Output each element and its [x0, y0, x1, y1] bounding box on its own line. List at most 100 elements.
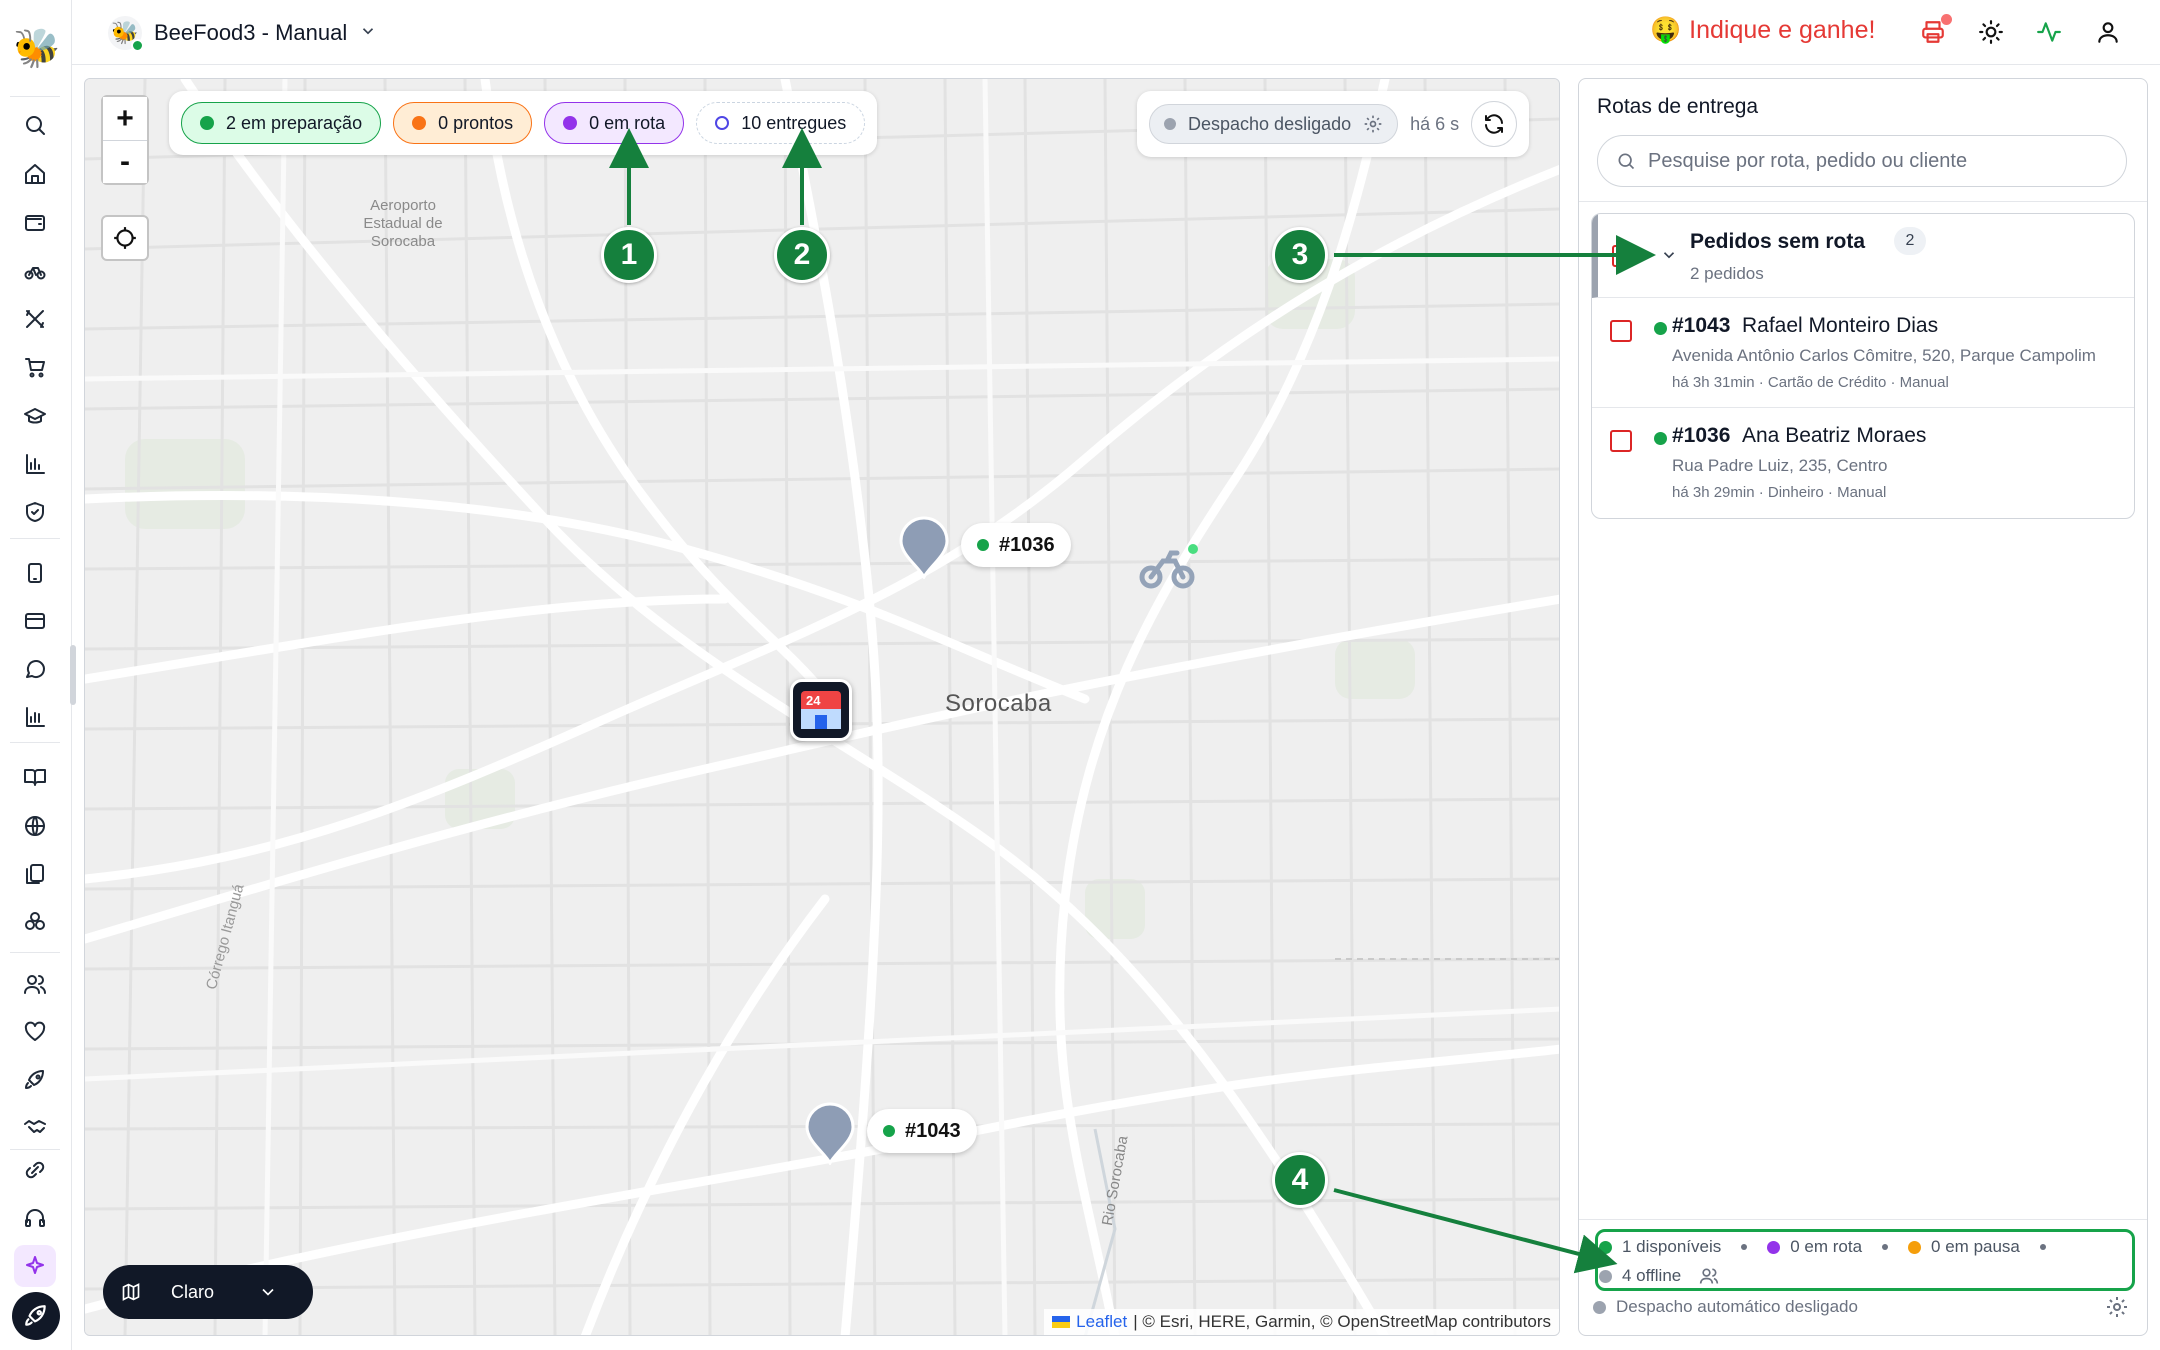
refer-and-earn-link[interactable]: 🤑 Indique e ganhe!: [1650, 16, 1875, 45]
dispatch-settings-button[interactable]: [2105, 1295, 2131, 1321]
select-all-checkbox[interactable]: [1612, 245, 1634, 267]
sidebar-divider: [10, 96, 60, 97]
order-pin-label[interactable]: #1036: [961, 523, 1071, 567]
book-icon[interactable]: [20, 762, 50, 792]
map-attribution: Leaflet | © Esri, HERE, Garmin, © OpenSt…: [1044, 1309, 1559, 1335]
map-pin-icon: [805, 1102, 855, 1167]
auto-dispatch-label: Despacho automático desligado: [1616, 1297, 1858, 1316]
order-checkbox[interactable]: [1610, 430, 1632, 452]
zoom-in-button[interactable]: +: [103, 97, 147, 140]
filter-ready-chip[interactable]: 0 prontos: [393, 102, 533, 144]
motorcycle-icon[interactable]: [1137, 539, 1203, 593]
sun-icon[interactable]: [1976, 17, 2006, 47]
attribution-text: | © Esri, HERE, Garmin, © OpenStreetMap …: [1133, 1312, 1551, 1331]
money-face-icon: 🤑: [1650, 16, 1682, 44]
chip-label: 2 em preparação: [226, 112, 363, 133]
cart-icon[interactable]: [20, 352, 50, 382]
printer-icon[interactable]: [1918, 14, 1952, 47]
rocket-icon: [25, 1305, 46, 1326]
order-row[interactable]: #1036 Ana Beatriz Moraes Rua Padre Luiz,…: [1592, 408, 2134, 518]
refer-label: Indique e ganhe!: [1689, 16, 1876, 44]
globe-icon[interactable]: [20, 811, 50, 841]
refresh-button[interactable]: [1471, 101, 1518, 147]
drivers-available: 1 disponíveis: [1622, 1237, 1722, 1256]
leaflet-link[interactable]: Leaflet: [1076, 1312, 1127, 1332]
dispatch-toggle[interactable]: Despacho desligado: [1149, 104, 1399, 144]
users-icon: [1700, 1268, 1719, 1284]
customer-name: Ana Beatriz Moraes: [1742, 424, 1927, 447]
pin-id: #1036: [999, 533, 1055, 556]
group-header[interactable]: Pedidos sem rota 2 2 pedidos: [1592, 214, 2134, 298]
filter-delivered-chip[interactable]: 10 entregues: [696, 102, 866, 144]
annotation-marker-4: 4: [1272, 1152, 1328, 1208]
order-pin-1036[interactable]: [897, 515, 951, 581]
wallet-icon[interactable]: [20, 207, 50, 237]
handshake-icon[interactable]: [20, 1113, 50, 1143]
users-icon[interactable]: [20, 969, 50, 999]
search-icon[interactable]: [20, 110, 50, 140]
zoom-out-button[interactable]: -: [103, 140, 147, 183]
bee-icon: 🐝: [108, 16, 144, 52]
map-pin-icon: [899, 516, 949, 581]
chat-icon[interactable]: [20, 654, 50, 684]
card-icon[interactable]: [20, 606, 50, 636]
sidebar-resize-handle[interactable]: [70, 645, 76, 705]
map-icon: [122, 1283, 140, 1301]
headset-icon[interactable]: [20, 1203, 50, 1233]
refresh-icon: [1485, 114, 1504, 134]
order-checkbox[interactable]: [1610, 320, 1632, 342]
rocket-icon[interactable]: [20, 1065, 50, 1095]
sidebar-divider: [10, 742, 60, 743]
chevron-down-icon: [359, 22, 377, 45]
chip-label: 0 em rota: [589, 112, 666, 133]
utensils-icon[interactable]: [20, 304, 50, 334]
group-title: Pedidos sem rota: [1690, 230, 1866, 253]
drivers-paused: 0 em pausa: [1931, 1237, 2020, 1256]
chart-bars-icon[interactable]: [20, 702, 50, 732]
home-icon[interactable]: [20, 159, 50, 189]
heart-icon[interactable]: [20, 1017, 50, 1047]
group-subtitle: 2 pedidos: [1690, 264, 1764, 283]
notification-dot: [1941, 14, 1952, 25]
tablet-icon[interactable]: [20, 558, 50, 588]
unrouted-orders-group: Pedidos sem rota 2 2 pedidos #1043 Rafae…: [1591, 213, 2135, 519]
pin-id: #1043: [905, 1119, 961, 1142]
drivers-offline: 4 offline: [1622, 1266, 1682, 1285]
chef-hat-icon[interactable]: [20, 401, 50, 431]
customer-name: Rafael Monteiro Dias: [1742, 314, 1939, 337]
link-icon[interactable]: [20, 1155, 50, 1185]
app-logo[interactable]: 🐝: [13, 28, 60, 70]
activity-icon[interactable]: [2034, 17, 2064, 47]
store-selector[interactable]: 🐝 BeeFood3 - Manual: [108, 14, 377, 52]
map-theme-selector[interactable]: Claro: [103, 1265, 313, 1319]
shield-icon[interactable]: [20, 497, 50, 527]
order-id: #1043: [1672, 314, 1731, 337]
order-pin-label[interactable]: #1043: [867, 1109, 977, 1153]
annotation-marker-2: 2: [774, 227, 830, 283]
user-icon[interactable]: [2093, 17, 2123, 47]
order-id: #1036: [1672, 424, 1731, 447]
sparkles-icon[interactable]: [14, 1245, 56, 1287]
annotation-marker-3: 3: [1272, 227, 1328, 283]
bike-icon[interactable]: [20, 256, 50, 286]
copy-icon[interactable]: [20, 859, 50, 889]
status-dot: [1654, 322, 1667, 335]
launch-button[interactable]: [12, 1292, 60, 1340]
theme-label: Claro: [171, 1281, 215, 1302]
order-pin-1043[interactable]: [803, 1101, 857, 1167]
filter-preparing-chip[interactable]: 2 em preparação: [181, 102, 382, 144]
flag-icon: [1052, 1316, 1071, 1328]
locate-button[interactable]: [101, 215, 149, 261]
order-row[interactable]: #1043 Rafael Monteiro Dias Avenida Antôn…: [1592, 298, 2134, 408]
chart-icon[interactable]: [20, 449, 50, 479]
store-marker[interactable]: 24: [790, 679, 852, 741]
chevron-down-icon[interactable]: [1660, 246, 1678, 269]
dispatch-status-bar: Despacho desligado há 6 s: [1137, 91, 1530, 157]
route-search[interactable]: [1597, 135, 2127, 187]
chip-label: 0 prontos: [438, 112, 514, 133]
modules-icon[interactable]: [20, 907, 50, 937]
filter-on-route-chip[interactable]: 0 em rota: [544, 102, 685, 144]
search-input[interactable]: [1648, 149, 2108, 173]
store-tag: 24: [806, 693, 821, 708]
status-dot: [1654, 432, 1667, 445]
